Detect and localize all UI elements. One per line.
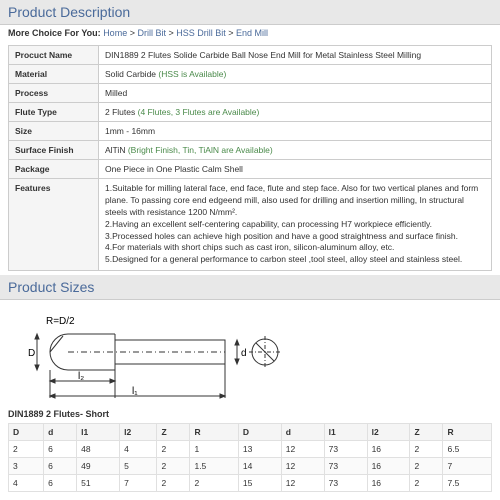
- table-row: 3649521.51412731627: [9, 458, 492, 475]
- spec-value: 1.Suitable for milling lateral face, end…: [99, 179, 492, 271]
- size-col: Z: [157, 424, 190, 441]
- spec-label: Features: [9, 179, 99, 271]
- size-col: Z: [410, 424, 443, 441]
- product-sizes-header: Product Sizes: [0, 275, 500, 300]
- size-col: d: [281, 424, 324, 441]
- spec-value: AlTiN (Bright Finish, Tin, TiAlN are Ava…: [99, 141, 492, 160]
- spec-label: Flute Type: [9, 103, 99, 122]
- breadcrumb-link[interactable]: HSS Drill Bit: [176, 28, 226, 38]
- spec-label: Process: [9, 84, 99, 103]
- table-row: 46517221512731627.5: [9, 475, 492, 492]
- spec-value: 1mm - 16mm: [99, 122, 492, 141]
- breadcrumb-link[interactable]: Home: [103, 28, 127, 38]
- size-col: l2: [367, 424, 410, 441]
- breadcrumb-link[interactable]: End Mill: [236, 28, 268, 38]
- spec-value: Milled: [99, 84, 492, 103]
- spec-label: Procuct Name: [9, 46, 99, 65]
- spec-value: 2 Flutes (4 Flutes, 3 Flutes are Availab…: [99, 103, 492, 122]
- spec-value: DIN1889 2 Flutes Solide Carbide Ball Nos…: [99, 46, 492, 65]
- size-col: D: [238, 424, 281, 441]
- label-d: d: [241, 348, 247, 359]
- breadcrumb-link[interactable]: Drill Bit: [137, 28, 166, 38]
- size-col: l2: [120, 424, 157, 441]
- spec-label: Surface Finish: [9, 141, 99, 160]
- product-description-header: Product Description: [0, 0, 500, 25]
- size-col: R: [443, 424, 492, 441]
- spec-value: Solid Carbide (HSS is Available): [99, 65, 492, 84]
- spec-label: Package: [9, 160, 99, 179]
- spec-label: Material: [9, 65, 99, 84]
- label-D: D: [28, 348, 35, 359]
- table-row: 26484211312731626.5: [9, 441, 492, 458]
- label-l2: l₂: [78, 371, 84, 382]
- label-r: R=D/2: [46, 316, 75, 327]
- size-col: l1: [77, 424, 120, 441]
- spec-table: Procuct NameDIN1889 2 Flutes Solide Carb…: [8, 45, 492, 271]
- size-col: R: [190, 424, 238, 441]
- spec-value: One Piece in One Plastic Calm Shell: [99, 160, 492, 179]
- sizes-title: DIN1889 2 Flutes- Short: [0, 407, 500, 421]
- breadcrumb: More Choice For You: Home > Drill Bit > …: [0, 25, 500, 41]
- size-col: l1: [324, 424, 367, 441]
- size-col: D: [9, 424, 44, 441]
- end-mill-diagram: R=D/2 D d l₂ l₁: [0, 300, 500, 407]
- spec-label: Size: [9, 122, 99, 141]
- label-l1: l₁: [132, 386, 138, 397]
- more-choice-label: More Choice For You:: [8, 28, 103, 38]
- size-table: Ddl1l2ZRDdl1l2ZR 26484211312731626.53649…: [8, 423, 492, 492]
- size-col: d: [44, 424, 77, 441]
